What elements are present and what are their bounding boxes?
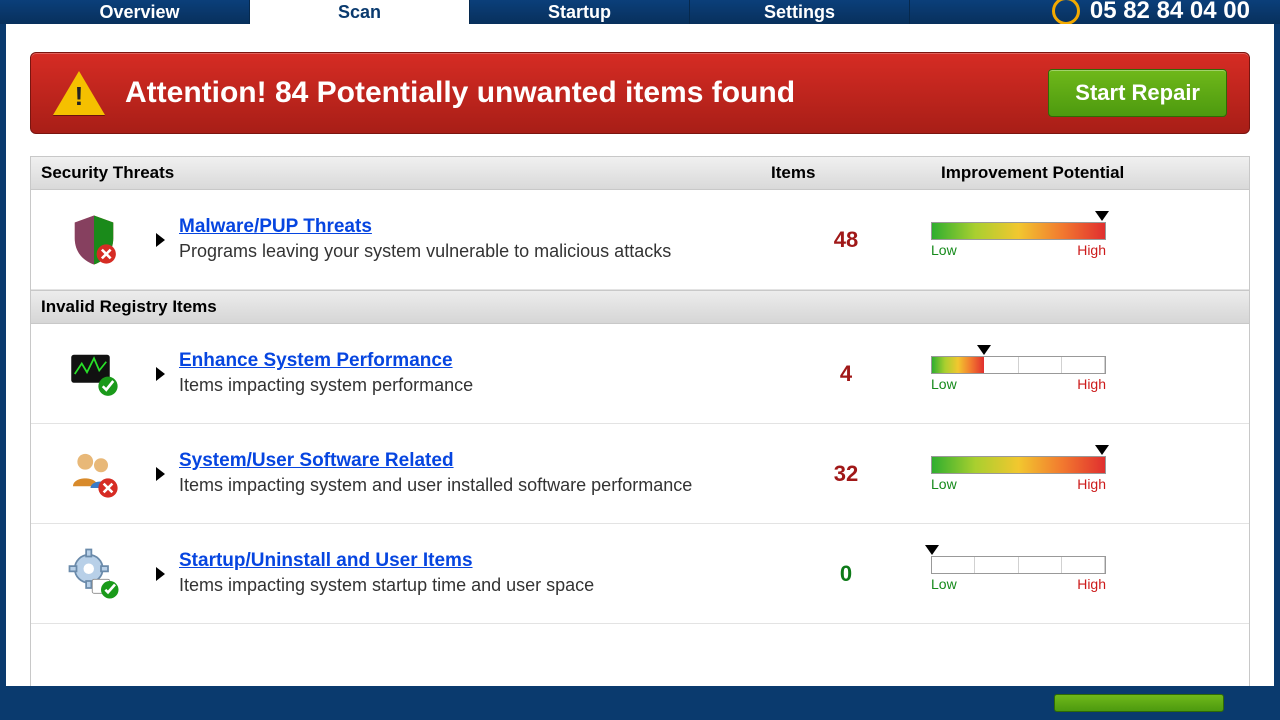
row-subtitle: Items impacting system and user installe… <box>179 474 692 497</box>
meter-marker-icon <box>977 345 991 355</box>
meter-high-label: High <box>1077 476 1106 492</box>
gear-icon <box>31 546 156 602</box>
meter-marker-icon <box>925 545 939 555</box>
monitor-icon <box>31 346 156 402</box>
expand-arrow-icon[interactable] <box>156 567 165 581</box>
top-tabs: Overview Scan Startup Settings 05 82 84 … <box>0 0 1280 24</box>
meter-low-label: Low <box>931 242 957 258</box>
row-item-count: 32 <box>761 461 931 487</box>
expand-arrow-icon[interactable] <box>156 467 165 481</box>
meter-low-label: Low <box>931 576 957 592</box>
result-row: Malware/PUP ThreatsPrograms leaving your… <box>31 190 1249 290</box>
meter-marker-icon <box>1095 445 1109 455</box>
phone-ring-icon <box>1052 0 1080 25</box>
improvement-meter: Low High <box>931 556 1221 592</box>
tab-startup[interactable]: Startup <box>470 0 690 24</box>
start-repair-button[interactable]: Start Repair <box>1048 69 1227 117</box>
shield-icon <box>31 212 156 268</box>
table-header: Security Threats Items Improvement Poten… <box>30 156 1250 190</box>
row-title-link[interactable]: System/User Software Related <box>179 450 692 472</box>
row-text: Startup/Uninstall and User ItemsItems im… <box>156 550 761 597</box>
section-heading: Invalid Registry Items <box>31 290 1249 324</box>
meter-high-label: High <box>1077 576 1106 592</box>
row-subtitle: Items impacting system performance <box>179 374 473 397</box>
row-text: System/User Software RelatedItems impact… <box>156 450 761 497</box>
meter-high-label: High <box>1077 376 1106 392</box>
row-item-count: 0 <box>761 561 931 587</box>
alert-text: Attention! 84 Potentially unwanted items… <box>125 76 1028 110</box>
phone-number: 05 82 84 04 00 <box>1090 0 1250 25</box>
support-phone: 05 82 84 04 00 <box>1052 0 1250 25</box>
row-title-link[interactable]: Startup/Uninstall and User Items <box>179 550 594 572</box>
meter-low-label: Low <box>931 376 957 392</box>
row-title-link[interactable]: Enhance System Performance <box>179 350 473 372</box>
footer-bar <box>6 686 1274 714</box>
expand-arrow-icon[interactable] <box>156 367 165 381</box>
improvement-meter: Low High <box>931 456 1221 492</box>
warning-icon <box>53 71 105 115</box>
expand-arrow-icon[interactable] <box>156 233 165 247</box>
row-subtitle: Items impacting system startup time and … <box>179 574 594 597</box>
row-subtitle: Programs leaving your system vulnerable … <box>179 240 671 263</box>
row-item-count: 4 <box>761 361 931 387</box>
result-row: Enhance System PerformanceItems impactin… <box>31 324 1249 424</box>
row-item-count: 48 <box>761 227 931 253</box>
row-text: Malware/PUP ThreatsPrograms leaving your… <box>156 216 761 263</box>
alert-banner: Attention! 84 Potentially unwanted items… <box>30 52 1250 134</box>
improvement-meter: Low High <box>931 222 1221 258</box>
tab-scan[interactable]: Scan <box>250 0 470 24</box>
tab-settings[interactable]: Settings <box>690 0 910 24</box>
footer-action-button[interactable] <box>1054 694 1224 712</box>
col-potential: Improvement Potential <box>941 163 1241 183</box>
meter-marker-icon <box>1095 211 1109 221</box>
tab-overview[interactable]: Overview <box>30 0 250 24</box>
main-panel: Attention! 84 Potentially unwanted items… <box>6 24 1274 714</box>
row-text: Enhance System PerformanceItems impactin… <box>156 350 761 397</box>
result-row: System/User Software RelatedItems impact… <box>31 424 1249 524</box>
row-title-link[interactable]: Malware/PUP Threats <box>179 216 671 238</box>
col-title: Security Threats <box>41 163 771 183</box>
meter-low-label: Low <box>931 476 957 492</box>
col-items: Items <box>771 163 941 183</box>
results-scroll-area[interactable]: Malware/PUP ThreatsPrograms leaving your… <box>30 190 1250 690</box>
improvement-meter: Low High <box>931 356 1221 392</box>
result-row: Startup/Uninstall and User ItemsItems im… <box>31 524 1249 624</box>
meter-high-label: High <box>1077 242 1106 258</box>
users-icon <box>31 446 156 502</box>
